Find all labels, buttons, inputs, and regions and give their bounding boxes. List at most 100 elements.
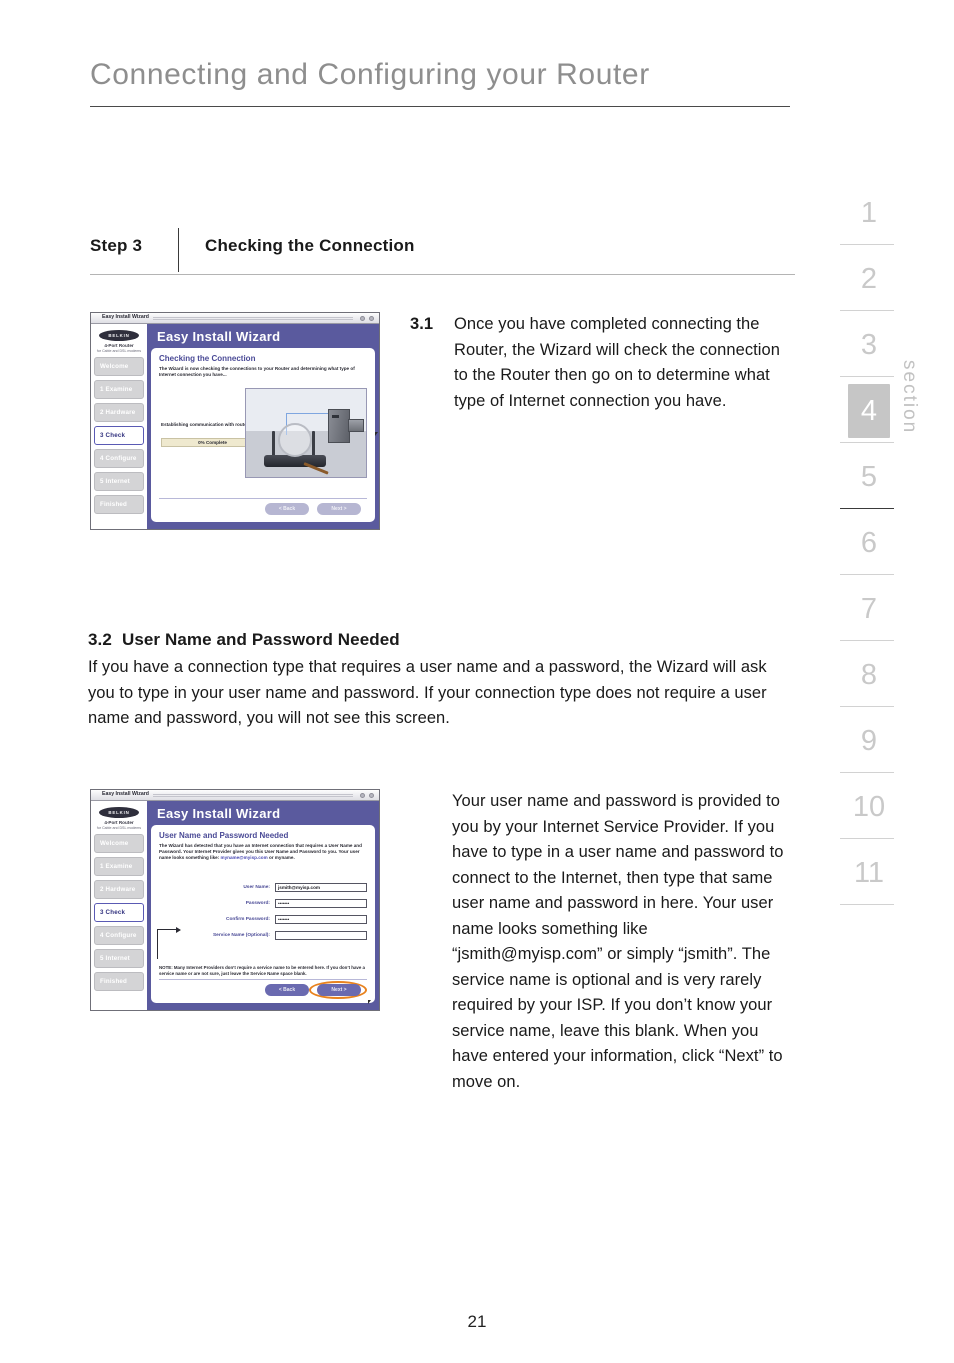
form-row-password: Password: ••••••• [151,899,367,908]
window-title: Easy Install Wizard [102,314,149,320]
section-tab-2-label: 2 [860,263,878,295]
next-button[interactable]: Next > [317,984,361,996]
service-name-input[interactable] [275,931,367,940]
section-tab-6[interactable]: 6 [838,516,900,582]
magnifying-glass-icon [278,423,312,457]
section-tab-rule [840,640,894,641]
wizard-button-row: < Back Next > [159,979,367,999]
section-tab-3[interactable]: 3 [838,318,900,384]
section-tab-7[interactable]: 7 [838,582,900,648]
product-subtitle: for Cable and DSL modems [96,349,142,353]
mouse-cursor-icon [375,432,378,436]
sidebar-item-configure[interactable]: 4 Configure [94,449,144,468]
section-3-2-heading: 3.2 User Name and Password Needed [88,630,798,650]
sidebar-item-finished[interactable]: Finished [94,972,144,991]
section-3-2: 3.2 User Name and Password Needed If you … [88,630,798,732]
example-username-link[interactable]: myname@myisp.com [221,855,268,860]
button-row-divider [159,979,367,980]
section-3-2-right-column: Your user name and password is provided … [452,792,784,1091]
user-name-input[interactable]: jsmith@myisp.com [275,883,367,892]
section-tab-2[interactable]: 2 [838,252,900,318]
button-row-divider [159,498,367,499]
section-3-2-number: 3.2 [88,630,112,649]
next-button[interactable]: Next > [317,503,361,515]
step-label: Step 3 [90,236,143,255]
form-row-user-name: User Name: jsmith@myisp.com [151,883,367,892]
section-tab-rule [840,772,894,773]
window-titlebar: Easy Install Wizard [91,790,379,801]
section-tab-rule [840,838,894,839]
confirm-password-input[interactable]: ••••••• [275,915,367,924]
product-subtitle: for Cable and DSL modems [96,826,142,830]
item-3-1-text: Once you have completed connecting the R… [454,315,780,410]
window-body: BELKIN 4-Port Router for Cable and DSL m… [91,801,379,1010]
wizard-sidebar: BELKIN 4-Port Router for Cable and DSL m… [91,801,147,1010]
window-close-icon [369,316,374,321]
belkin-logo-icon: BELKIN [99,807,139,818]
window-minimize-icon [360,793,365,798]
computer-tower-icon [328,409,350,443]
wizard-intro-text: The Wizard is now checking the connectio… [159,366,355,377]
wizard-button-row: < Back Next > [159,498,367,516]
connection-illustration [245,388,367,478]
section-tab-6-label: 6 [860,527,878,559]
sidebar-item-welcome[interactable]: Welcome [94,357,144,376]
sidebar-item-hardware[interactable]: 2 Hardware [94,880,144,899]
back-button[interactable]: < Back [265,984,309,996]
sidebar-item-check[interactable]: 3 Check [94,903,144,922]
brand-name: BELKIN [108,332,130,338]
sidebar-item-welcome[interactable]: Welcome [94,834,144,853]
titlebar-texture [153,794,353,798]
section-tab-4[interactable]: 4 [838,384,900,450]
sidebar-item-internet[interactable]: 5 Internet [94,949,144,968]
section-tab-3-label: 3 [860,329,878,361]
wizard-panel-title: Checking the Connection [159,354,256,363]
section-tab-10-label: 10 [852,791,886,823]
wizard-main: Easy Install Wizard User Name and Passwo… [147,801,379,1010]
brand-name: BELKIN [108,809,130,815]
sidebar-item-examine[interactable]: 1 Examine [94,857,144,876]
section-tab-10[interactable]: 10 [838,780,900,846]
sidebar-item-configure[interactable]: 4 Configure [94,926,144,945]
wizard-intro-text-b: or myname. [268,855,295,860]
password-input[interactable]: ••••••• [275,899,367,908]
titlebar-texture [153,317,353,321]
section-tab-rule [840,376,894,377]
page-number: 21 [467,1312,487,1331]
section-tab-rule [840,574,894,575]
sidebar-item-check[interactable]: 3 Check [94,426,144,445]
confirm-password-label: Confirm Password: [226,917,270,922]
wizard-intro-text: The Wizard has detected that you have an… [159,843,367,861]
step-bar: Step 3 Checking the Connection [90,228,795,276]
password-label: Password: [245,901,270,906]
section-tab-rule [840,904,894,905]
section-tab-9[interactable]: 9 [838,714,900,780]
section-tab-9-label: 9 [860,725,878,757]
section-tab-4-label: 4 [848,384,890,438]
back-button[interactable]: < Back [265,503,309,515]
section-tab-11[interactable]: 11 [838,846,900,912]
service-name-label: Service Name (Optional): [212,933,270,938]
section-tab-5-label: 5 [860,461,878,493]
monitor-icon [348,419,364,432]
wizard-sidebar: BELKIN 4-Port Router for Cable and DSL m… [91,324,147,529]
page-title: Connecting and Configuring your Router [90,58,650,91]
section-tab-5[interactable]: 5 [838,450,900,516]
router-antenna-left-icon [272,431,275,457]
section-3-2-paragraph: If you have a connection type that requi… [88,658,767,727]
credentials-form: User Name: jsmith@myisp.com Password: ••… [151,883,367,947]
window-minimize-icon [360,316,365,321]
sidebar-item-examine[interactable]: 1 Examine [94,380,144,399]
wizard-screenshot-user-name-password: Easy Install Wizard BELKIN 4-Port Router… [90,789,380,1011]
section-tab-1[interactable]: 1 [838,186,900,252]
section-tab-rule [840,442,894,443]
callout-arrow-icon [157,927,181,959]
step-title: Checking the Connection [205,236,415,255]
sidebar-item-hardware[interactable]: 2 Hardware [94,403,144,422]
section-3-2-title: User Name and Password Needed [121,630,400,649]
item-3-1: 3.1 Once you have completed connecting t… [410,312,795,414]
sidebar-item-finished[interactable]: Finished [94,495,144,514]
sidebar-item-internet[interactable]: 5 Internet [94,472,144,491]
section-tab-8[interactable]: 8 [838,648,900,714]
section-rail-label: section [899,360,920,435]
